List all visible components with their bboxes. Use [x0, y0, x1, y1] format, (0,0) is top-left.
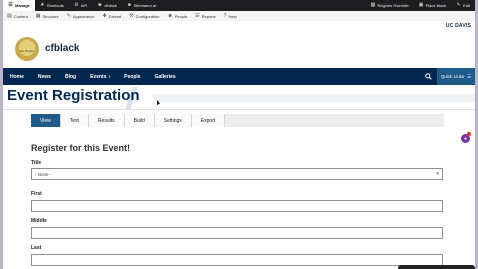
nav-label: Events	[90, 73, 107, 80]
toolbar-label: cfblack	[104, 3, 117, 8]
nav-item-people[interactable]: People	[117, 74, 147, 80]
tab-settings[interactable]: Settings	[154, 114, 192, 127]
admin-toolbar: ☰ Manage ★ Shortcuts ⚙ API ☻ cfblack ■ S…	[3, 0, 475, 11]
title-stripe	[153, 94, 475, 102]
nav-item-galleries[interactable]: Galleries	[148, 74, 183, 80]
toolbar-api[interactable]: ⚙ API	[69, 0, 92, 11]
toolbar-sitemanor[interactable]: ■ Sitemanor.ai	[122, 0, 161, 11]
structure-icon: ▦	[35, 13, 41, 19]
tray-appearance[interactable]: ✎ Appearance	[63, 13, 99, 19]
quick-links-label: Quick Links	[440, 74, 465, 79]
tray-structure[interactable]: ▦ Structure	[32, 13, 63, 19]
site-name[interactable]: cfblack	[45, 43, 79, 54]
toolbar-shortcuts[interactable]: ★ Shortcuts	[35, 0, 69, 11]
regions-icon: ▦	[370, 2, 376, 8]
nav-item-home[interactable]: Home	[3, 74, 31, 80]
ucdavis-brand[interactable]: UC DAVIS	[446, 23, 471, 29]
tray-label: Reports	[201, 13, 216, 19]
widget-icon: ●	[463, 135, 468, 142]
chevron-right-icon: ›	[108, 73, 111, 80]
help-icon: ?	[223, 13, 227, 19]
middle-name-input[interactable]	[31, 227, 443, 239]
main-nav: Home News Blog Events › People Galleries …	[3, 68, 475, 85]
toolbar-label: API	[80, 3, 88, 8]
user-icon: ☻	[97, 2, 103, 8]
first-name-input[interactable]	[31, 200, 443, 212]
search-button[interactable]	[420, 68, 437, 85]
api-icon: ⚙	[74, 2, 79, 8]
search-icon	[425, 73, 432, 80]
sitemanor-icon: ■	[127, 2, 131, 8]
nav-label: Blog	[64, 73, 77, 80]
webform-tabs: View Test Results Build Settings Export	[31, 114, 444, 127]
page-title: Event Registration	[7, 87, 140, 104]
people-icon: ☻	[167, 13, 173, 19]
toolbar-label: Shortcuts	[46, 3, 64, 8]
middle-name-label: Middle	[31, 218, 47, 224]
content-icon: ▤	[7, 13, 12, 19]
select-value: - None -	[35, 171, 52, 177]
tab-build[interactable]: Build	[124, 114, 155, 127]
tray-label: Configuration	[135, 13, 160, 19]
tab-results[interactable]: Results	[88, 114, 125, 127]
toolbar-label: Place block	[425, 3, 447, 8]
first-name-label: First	[31, 191, 42, 197]
appearance-icon: ✎	[66, 13, 71, 19]
tray-label: Help	[228, 13, 237, 19]
site-header: Site Builder cfblack UC DAVIS	[3, 21, 475, 68]
tray-reports[interactable]: ☰ Reports	[191, 13, 220, 19]
nav-label: News	[37, 73, 51, 80]
extend-icon: ✚	[102, 13, 107, 19]
tab-export[interactable]: Export	[191, 114, 226, 127]
notification-badge	[467, 132, 471, 136]
page-title-band: Event Registration	[3, 85, 475, 110]
tab-view[interactable]: View	[31, 114, 61, 127]
tray-extend[interactable]: ✚ Extend	[99, 13, 126, 19]
bottom-edge-bar	[398, 265, 475, 269]
site-logo[interactable]: Site Builder	[15, 37, 39, 61]
title-select[interactable]: - None - ▾	[31, 168, 443, 180]
toolbar-label: Manage	[15, 3, 30, 8]
last-name-label: Last	[31, 245, 42, 251]
divider	[3, 109, 475, 110]
toolbar-edit[interactable]: ✎ Edit	[451, 0, 475, 11]
tab-test[interactable]: Test	[60, 114, 89, 127]
logo-text: Site Builder	[19, 49, 35, 53]
chevron-down-icon: ▾	[436, 171, 439, 177]
tray-label: Appearance	[72, 13, 95, 19]
star-icon: ★	[40, 2, 45, 8]
toolbar-manage[interactable]: ☰ Manage	[3, 0, 35, 11]
tray-label: People	[174, 13, 188, 19]
tray-label: Structure	[42, 13, 59, 19]
tray-label: Content	[13, 13, 28, 19]
toolbar-label: Sitemanor.ai	[133, 3, 156, 8]
hamburger-icon: ☰	[467, 73, 472, 79]
toolbar-label: Regions Override	[377, 3, 409, 8]
nav-label: People	[124, 73, 141, 80]
toolbar-user[interactable]: ☻ cfblack	[92, 0, 121, 11]
toolbar-label: Edit	[463, 3, 470, 8]
toolbar-place-block[interactable]: ▣ Place block	[414, 0, 451, 11]
tray-content[interactable]: ▤ Content	[3, 13, 32, 19]
form-heading: Register for this Event!	[31, 143, 131, 153]
quick-links-button[interactable]: Quick Links ☰	[437, 68, 475, 85]
nav-item-news[interactable]: News	[31, 74, 58, 80]
title-label: Title	[31, 160, 42, 166]
wrench-icon: ⚒	[129, 13, 134, 19]
reports-icon: ☰	[195, 13, 200, 19]
tray-configuration[interactable]: ⚒ Configuration	[125, 13, 163, 19]
place-block-icon: ▣	[418, 2, 424, 8]
tray-people[interactable]: ☻ People	[163, 13, 191, 19]
nav-label: Home	[10, 73, 24, 80]
nav-item-events[interactable]: Events ›	[83, 74, 117, 80]
pencil-icon: ✎	[456, 2, 461, 8]
tray-help[interactable]: ? Help	[220, 13, 241, 19]
nav-label: Galleries	[154, 73, 176, 80]
last-name-input[interactable]	[31, 254, 443, 266]
menu-icon: ☰	[8, 2, 13, 8]
tray-label: Extend	[108, 13, 122, 19]
nav-item-blog[interactable]: Blog	[58, 74, 83, 80]
toolbar-regions-override[interactable]: ▦ Regions Override	[366, 0, 414, 11]
